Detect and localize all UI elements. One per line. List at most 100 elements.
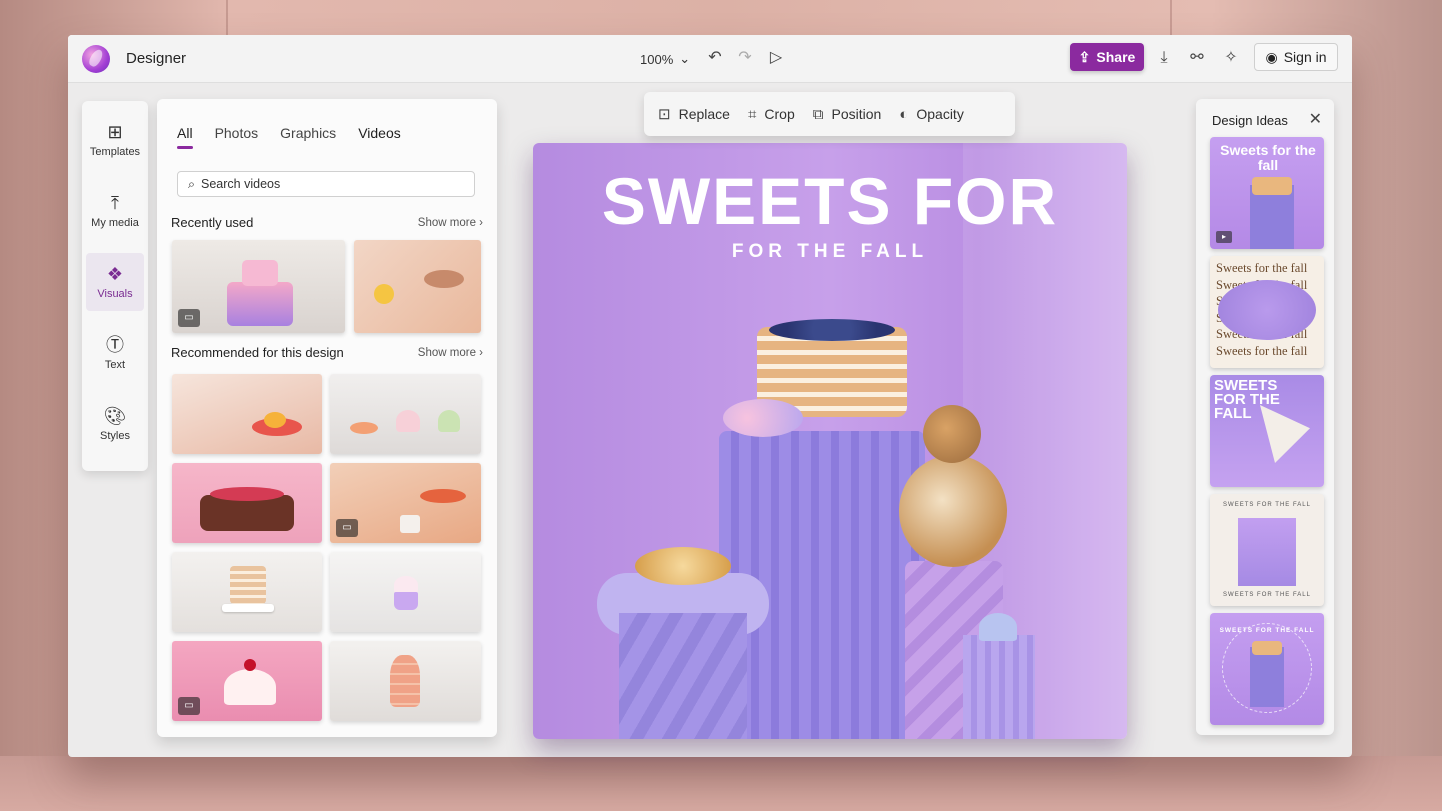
rail-item-label: Visuals bbox=[97, 288, 133, 300]
replace-label: Replace bbox=[678, 106, 730, 122]
share-icon: ⇪ bbox=[1078, 48, 1091, 65]
left-rail: ⊞ Templates ⤒ My media ❖ Visuals Ⓣ Text … bbox=[82, 101, 148, 471]
video-icon: ▭ bbox=[336, 519, 358, 537]
tab-all[interactable]: All bbox=[177, 125, 193, 149]
tart bbox=[635, 547, 731, 585]
idea-text: Sweets for the fall bbox=[1220, 142, 1316, 173]
notifications-icon[interactable]: ✧ bbox=[1221, 48, 1241, 68]
position-button[interactable]: ⧉ Position bbox=[813, 106, 882, 123]
photo-thumbnail[interactable] bbox=[330, 552, 481, 632]
design-idea-card[interactable]: Sweets for the fall ▸ bbox=[1210, 137, 1324, 249]
twisted-pedestal bbox=[619, 613, 747, 739]
recommended-heading: Recommended for this design bbox=[171, 345, 344, 360]
opacity-icon: ◐ bbox=[899, 105, 909, 123]
crop-label: Crop bbox=[764, 106, 795, 122]
video-thumbnail[interactable]: ▭ bbox=[172, 240, 345, 333]
palette-icon: 🎨︎ bbox=[103, 406, 127, 426]
chevron-down-icon: ⌄ bbox=[679, 51, 691, 66]
zoom-dropdown[interactable]: 100% ⌄ bbox=[640, 51, 690, 67]
search-input[interactable]: ⌕ Search videos bbox=[177, 171, 475, 197]
photo-thumbnail[interactable] bbox=[330, 641, 481, 721]
title-bar: Designer 100% ⌄ ↶ ↷ ▷ ⇪ Share ⤓ ⚯ ✧ ◉ Si… bbox=[68, 35, 1352, 83]
idea-text: SWEETS FOR THE FALL bbox=[1223, 502, 1311, 508]
visuals-panel: All Photos Graphics Videos ⌕ Search vide… bbox=[157, 99, 497, 737]
small-pastry bbox=[979, 613, 1017, 641]
video-thumbnail[interactable]: ▭ bbox=[330, 463, 481, 543]
play-icon[interactable]: ▷ bbox=[766, 48, 786, 68]
designer-logo-icon bbox=[82, 45, 110, 73]
opacity-button[interactable]: ◐ Opacity bbox=[899, 106, 964, 123]
opacity-label: Opacity bbox=[916, 106, 964, 122]
rail-item-visuals[interactable]: ❖ Visuals bbox=[86, 253, 144, 311]
app-title: Designer bbox=[126, 50, 187, 67]
download-icon[interactable]: ⤓ bbox=[1154, 48, 1174, 68]
show-more-link[interactable]: Show more › bbox=[418, 347, 483, 359]
rail-item-my-media[interactable]: ⤒ My media bbox=[86, 182, 144, 240]
user-icon: ◉ bbox=[1265, 48, 1278, 65]
text-icon: Ⓣ bbox=[106, 335, 124, 355]
rail-item-label: Templates bbox=[89, 146, 141, 158]
canvas-title[interactable]: SWEETS FOR bbox=[533, 163, 1127, 239]
visuals-tabs: All Photos Graphics Videos bbox=[177, 125, 401, 149]
crop-icon: ⌗ bbox=[747, 105, 757, 123]
video-icon: ▸ bbox=[1216, 231, 1232, 243]
photo-thumbnail[interactable] bbox=[172, 463, 322, 543]
rail-item-styles[interactable]: 🎨︎ Styles bbox=[86, 395, 144, 453]
idea-text: SWEETS FOR THE FALL bbox=[1223, 592, 1311, 598]
position-label: Position bbox=[831, 106, 882, 122]
video-icon: ▭ bbox=[178, 697, 200, 715]
share-label: Share bbox=[1096, 49, 1136, 65]
visuals-icon: ❖ bbox=[106, 264, 124, 284]
flowers bbox=[723, 399, 803, 437]
design-idea-card[interactable]: SWEETS FOR THE FALL SWEETS FOR THE FALL bbox=[1210, 494, 1324, 606]
canvas-subtitle[interactable]: FOR THE FALL bbox=[533, 241, 1127, 263]
position-icon: ⧉ bbox=[812, 105, 824, 123]
sign-in-button[interactable]: ◉ Sign in bbox=[1254, 43, 1338, 71]
small-bread bbox=[923, 405, 981, 463]
upload-icon: ⤒ bbox=[111, 193, 119, 213]
video-icon: ▭ bbox=[178, 309, 200, 327]
redo-icon[interactable]: ↷ bbox=[735, 48, 755, 68]
rail-item-label: My media bbox=[91, 217, 139, 229]
replace-button[interactable]: ⊡ Replace bbox=[658, 105, 730, 123]
image-icon: ⊡ bbox=[658, 106, 671, 123]
design-canvas[interactable]: SWEETS FOR FOR THE FALL bbox=[533, 143, 1127, 739]
idea-text: SWEETS FOR THE FALL bbox=[1214, 377, 1280, 422]
recent-heading: Recently used bbox=[171, 215, 254, 230]
design-ideas-title: Design Ideas bbox=[1212, 113, 1288, 128]
undo-icon[interactable]: ↶ bbox=[705, 48, 725, 68]
templates-icon: ⊞ bbox=[107, 122, 123, 142]
idea-text: SWEETS FOR THE FALL bbox=[1219, 627, 1315, 634]
close-icon[interactable]: ✕ bbox=[1309, 109, 1322, 129]
shelf bbox=[0, 756, 1442, 811]
photo-thumbnail[interactable] bbox=[330, 374, 481, 454]
tab-photos[interactable]: Photos bbox=[215, 125, 259, 149]
share-button[interactable]: ⇪ Share bbox=[1070, 43, 1144, 71]
photo-thumbnail[interactable] bbox=[172, 374, 322, 454]
design-ideas-panel: Design Ideas ✕ Sweets for the fall ▸ Swe… bbox=[1196, 99, 1334, 735]
show-more-link[interactable]: Show more › bbox=[418, 217, 483, 229]
short-pedestal bbox=[963, 635, 1035, 739]
zoom-value: 100% bbox=[640, 51, 674, 67]
tab-videos[interactable]: Videos bbox=[358, 125, 401, 149]
rail-item-templates[interactable]: ⊞ Templates bbox=[86, 111, 144, 169]
design-idea-card[interactable]: SWEETS FOR THE FALL bbox=[1210, 375, 1324, 487]
design-idea-card[interactable]: SWEETS FOR THE FALL bbox=[1210, 613, 1324, 725]
crop-button[interactable]: ⌗ Crop bbox=[748, 106, 795, 123]
rail-item-label: Styles bbox=[100, 430, 130, 442]
design-idea-card[interactable]: Sweets for the fallSweets for the fallSw… bbox=[1210, 256, 1324, 368]
search-icon: ⌕ bbox=[188, 176, 196, 191]
bread-loaf bbox=[899, 455, 1007, 567]
rail-item-label: Text bbox=[104, 359, 126, 371]
video-thumbnail[interactable]: ▭ bbox=[172, 641, 322, 721]
tab-graphics[interactable]: Graphics bbox=[280, 125, 336, 149]
designer-window: Designer 100% ⌄ ↶ ↷ ▷ ⇪ Share ⤓ ⚯ ✧ ◉ Si… bbox=[68, 35, 1352, 757]
collaborate-icon[interactable]: ⚯ bbox=[1187, 48, 1207, 68]
sign-in-label: Sign in bbox=[1283, 49, 1327, 65]
photo-thumbnail[interactable] bbox=[354, 240, 481, 333]
image-toolbar: ⊡ Replace ⌗ Crop ⧉ Position ◐ Opacity bbox=[644, 92, 1015, 136]
search-placeholder: Search videos bbox=[201, 177, 281, 191]
blueberries bbox=[769, 319, 895, 341]
photo-thumbnail[interactable] bbox=[172, 552, 322, 632]
rail-item-text[interactable]: Ⓣ Text bbox=[86, 324, 144, 382]
